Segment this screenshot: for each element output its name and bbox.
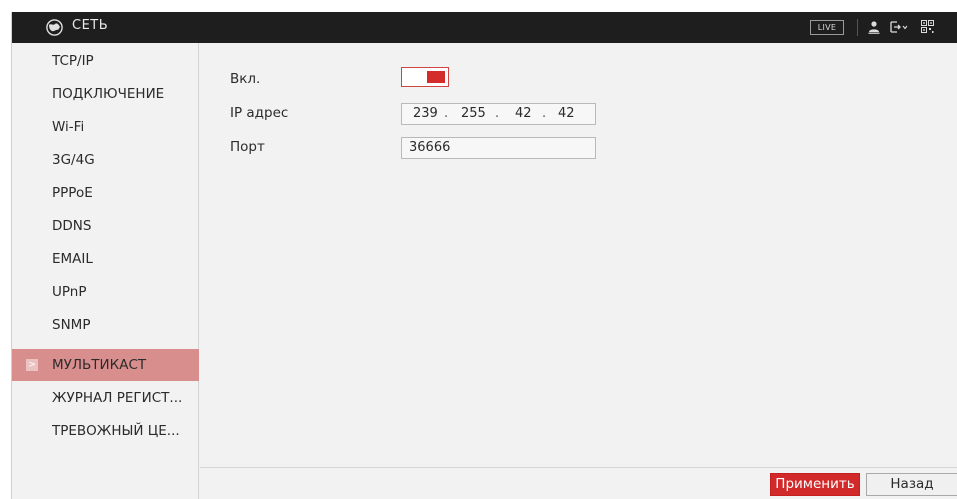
sidebar-item-3g4g[interactable]: 3G/4G (12, 144, 199, 176)
user-icon[interactable] (868, 20, 880, 34)
topbar-divider (857, 19, 858, 36)
sidebar-item-label: ТРЕВОЖНЫЙ ЦЕ... (52, 423, 180, 439)
ip-separator: . (542, 106, 547, 121)
sidebar-item-multicast[interactable]: > МУЛЬТИКАСТ (12, 349, 199, 381)
logout-icon[interactable] (889, 20, 909, 34)
sidebar-item-label: МУЛЬТИКАСТ (52, 357, 147, 373)
sidebar-item-label: SNMP (52, 317, 91, 333)
ip-octet-3[interactable]: 42 (515, 104, 532, 124)
ip-octet-2[interactable]: 255 (461, 104, 486, 124)
sidebar-item-alarm-center[interactable]: ТРЕВОЖНЫЙ ЦЕ... (12, 415, 199, 447)
page-title: СЕТЬ (72, 18, 109, 33)
ip-separator: . (495, 106, 500, 121)
enable-label: Вкл. (230, 71, 261, 87)
sidebar-item-label: TCP/IP (52, 53, 94, 69)
footer-divider (200, 467, 957, 468)
sidebar-item-email[interactable]: EMAIL (12, 243, 199, 275)
sidebar-item-connection[interactable]: ПОДКЛЮЧЕНИЕ (12, 78, 199, 110)
sidebar-item-log[interactable]: ЖУРНАЛ РЕГИСТ... (12, 382, 199, 414)
sidebar-item-upnp[interactable]: UPnP (12, 276, 199, 308)
main-content: Вкл. IP адрес 239 . 255 . 42 . 42 Порт 3… (200, 43, 957, 499)
sidebar-item-pppoe[interactable]: PPPoE (12, 177, 199, 209)
globe-logo-icon (46, 19, 63, 36)
ip-address-label: IP адрес (230, 105, 289, 121)
back-button[interactable]: Назад (866, 473, 957, 496)
sidebar: TCP/IP ПОДКЛЮЧЕНИЕ Wi-Fi 3G/4G PPPoE DDN… (12, 43, 199, 499)
toggle-knob (427, 71, 445, 83)
sidebar-item-label: ЖУРНАЛ РЕГИСТ... (52, 390, 183, 406)
ip-octet-1[interactable]: 239 (413, 104, 438, 124)
sidebar-item-wifi[interactable]: Wi-Fi (12, 111, 199, 143)
sidebar-item-tcpip[interactable]: TCP/IP (12, 45, 199, 77)
ip-address-field[interactable]: 239 . 255 . 42 . 42 (401, 103, 596, 125)
sidebar-item-snmp[interactable]: SNMP (12, 309, 199, 341)
top-bar: СЕТЬ LIVE (12, 12, 957, 43)
sidebar-item-label: UPnP (52, 284, 87, 300)
sidebar-item-label: Wi-Fi (52, 119, 85, 135)
sidebar-item-ddns[interactable]: DDNS (12, 210, 199, 242)
qr-code-icon[interactable] (921, 20, 934, 34)
chevron-right-icon: > (26, 359, 38, 371)
sidebar-item-label: EMAIL (52, 251, 93, 267)
ip-separator: . (444, 106, 449, 121)
live-button[interactable]: LIVE (810, 20, 844, 35)
sidebar-item-label: DDNS (52, 218, 92, 234)
sidebar-item-label: 3G/4G (52, 152, 95, 168)
enable-toggle[interactable] (401, 67, 449, 87)
port-value: 36666 (409, 140, 451, 155)
port-label: Порт (230, 139, 265, 155)
port-field[interactable]: 36666 (401, 137, 596, 159)
apply-button[interactable]: Применить (770, 473, 860, 496)
ip-octet-4[interactable]: 42 (558, 104, 575, 124)
sidebar-item-label: ПОДКЛЮЧЕНИЕ (52, 86, 165, 102)
app-window: СЕТЬ LIVE TCP/IP ПОДКЛЮЧЕНИЕ Wi-Fi 3G/4G (11, 12, 957, 499)
sidebar-item-label: PPPoE (52, 185, 93, 201)
